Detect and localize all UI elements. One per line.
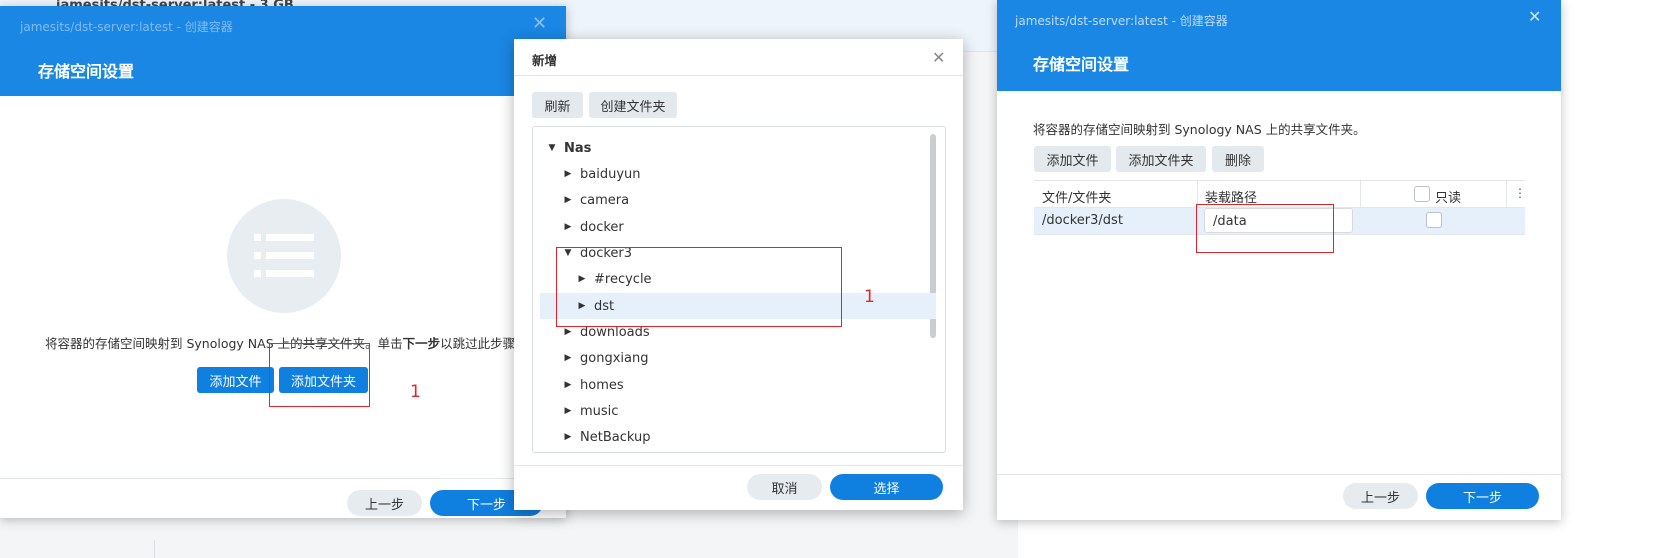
- row-file-folder: /docker3/dst: [1042, 213, 1123, 228]
- add-file-button[interactable]: 添加文件: [1034, 146, 1111, 172]
- footer-divider: [997, 474, 1561, 475]
- empty-list-icon: [227, 199, 341, 313]
- caret-down-icon[interactable]: ▼: [546, 143, 558, 153]
- dialog-description: 将容器的存储空间映射到 Synology NAS 上的共享文件夹。: [1033, 122, 1366, 137]
- dialog-title: 存储空间设置: [38, 62, 135, 81]
- next-button[interactable]: 下一步: [1426, 483, 1539, 509]
- back-button[interactable]: 上一步: [1343, 483, 1418, 509]
- footer-divider: [0, 478, 566, 479]
- annotation-box: [556, 247, 842, 327]
- back-button[interactable]: 上一步: [347, 490, 422, 516]
- column-menu-icon[interactable]: ⋮: [1514, 186, 1526, 200]
- folder-picker-dialog: 新增 ✕ 刷新 创建文件夹 ▼ Nas ▶ baiduyun ▶ camera ▶ do…: [514, 39, 963, 510]
- add-file-button[interactable]: 添加文件: [197, 367, 274, 393]
- header-divider: [514, 75, 963, 76]
- caret-right-icon[interactable]: ▶: [562, 353, 574, 363]
- column-divider: [1360, 181, 1361, 208]
- annotation-box: [269, 343, 370, 407]
- create-folder-button[interactable]: 创建文件夹: [589, 92, 677, 118]
- tree-item-music[interactable]: ▶ music: [533, 398, 945, 424]
- footer-divider: [514, 465, 963, 466]
- background-divider: [154, 540, 155, 558]
- dialog-header: jamesits/dst-server:latest - 创建容器 ✕ 存储空间…: [997, 0, 1561, 91]
- caret-right-icon[interactable]: ▶: [562, 195, 574, 205]
- refresh-button[interactable]: 刷新: [532, 92, 583, 118]
- caret-right-icon[interactable]: ▶: [562, 406, 574, 416]
- tree-root[interactable]: ▼ Nas: [533, 135, 945, 161]
- caret-right-icon[interactable]: ▶: [562, 432, 574, 442]
- tree-item-netbackup[interactable]: ▶ NetBackup: [533, 424, 945, 450]
- close-icon[interactable]: ✕: [1528, 9, 1541, 25]
- caret-right-icon[interactable]: ▶: [562, 222, 574, 232]
- storage-settings-dialog-right: jamesits/dst-server:latest - 创建容器 ✕ 存储空间…: [997, 0, 1561, 520]
- dialog-app-title: jamesits/dst-server:latest - 创建容器: [20, 20, 233, 34]
- tree-item-camera[interactable]: ▶ camera: [533, 187, 945, 213]
- caret-right-icon[interactable]: ▶: [562, 380, 574, 390]
- tree-item-baiduyun[interactable]: ▶ baiduyun: [533, 161, 945, 187]
- tree-item-homes[interactable]: ▶ homes: [533, 372, 945, 398]
- storage-settings-dialog-left: jamesits/dst-server:latest - 创建容器 ✕ 存储空间…: [0, 6, 566, 518]
- caret-right-icon[interactable]: ▶: [562, 327, 574, 337]
- annotation-number: 1: [410, 382, 421, 402]
- readonly-checkbox[interactable]: [1426, 212, 1442, 228]
- column-readonly[interactable]: 只读: [1435, 187, 1461, 206]
- close-icon[interactable]: ✕: [932, 48, 945, 67]
- tree-item-docker[interactable]: ▶ docker: [533, 214, 945, 240]
- readonly-all-checkbox[interactable]: [1414, 186, 1430, 202]
- tree-item-gongxiang[interactable]: ▶ gongxiang: [533, 345, 945, 371]
- dialog-header: jamesits/dst-server:latest - 创建容器 ✕ 存储空间…: [0, 6, 566, 96]
- add-folder-button[interactable]: 添加文件夹: [1116, 146, 1206, 172]
- column-file-folder[interactable]: 文件/文件夹: [1042, 187, 1111, 206]
- column-divider: [1506, 181, 1507, 208]
- close-icon[interactable]: ✕: [532, 15, 547, 33]
- annotation-box: [1196, 204, 1334, 253]
- caret-right-icon[interactable]: ▶: [562, 169, 574, 179]
- select-button[interactable]: 选择: [830, 474, 943, 500]
- dialog-app-title: jamesits/dst-server:latest - 创建容器: [1015, 14, 1228, 28]
- dialog-title: 存储空间设置: [1033, 55, 1130, 74]
- cancel-button[interactable]: 取消: [747, 474, 822, 500]
- delete-button[interactable]: 删除: [1212, 146, 1264, 172]
- picker-title: 新增: [532, 53, 558, 68]
- annotation-number: 1: [864, 287, 875, 307]
